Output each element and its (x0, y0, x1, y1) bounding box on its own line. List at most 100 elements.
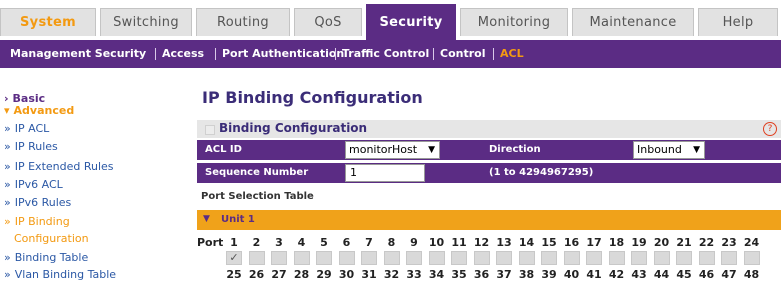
port-number: 26 (248, 268, 265, 281)
leftnav-item-label: Advanced (13, 104, 75, 117)
leftnav-item-ipv6-rules[interactable]: » IPv6 Rules (4, 196, 71, 209)
expand-arrow-icon[interactable]: ▼ (203, 214, 210, 224)
leftnav-item-vlan-binding-table[interactable]: » Vlan Binding Table (4, 268, 116, 281)
tab-maintenance[interactable]: Maintenance (572, 8, 694, 36)
help-icon[interactable]: ? (763, 122, 777, 136)
port-checkbox[interactable] (586, 251, 602, 265)
leftnav-bullet-icon: » (4, 268, 11, 281)
leftnav-item-label: Configuration (14, 232, 89, 245)
port-number: 21 (676, 236, 692, 249)
leftnav-bullet-icon: » (4, 140, 11, 153)
leftnav-bullet-icon: » (4, 196, 11, 209)
tab-help[interactable]: Help (698, 8, 778, 36)
collapse-icon[interactable] (205, 125, 215, 135)
acl-id-select[interactable]: monitorHost ▼ (345, 141, 440, 159)
subnav-port-authentication[interactable]: Port Authentication (222, 40, 344, 68)
subnav-control[interactable]: Control (440, 40, 485, 68)
leftnav-item-ip-binding[interactable]: » IP Binding (4, 215, 70, 228)
tab-switching[interactable]: Switching (100, 8, 192, 36)
leftnav-item-label: Binding Table (14, 251, 89, 264)
port-number: 27 (271, 268, 287, 281)
leftnav-item-ipv6-acl[interactable]: » IPv6 ACL (4, 178, 63, 191)
port-number: 13 (496, 236, 512, 249)
port-number: 6 (342, 236, 351, 249)
leftnav-item-advanced[interactable]: ▾ Advanced (4, 104, 74, 117)
leftnav-bullet-icon: » (4, 122, 11, 135)
port-checkbox[interactable] (676, 251, 692, 265)
leftnav-item-ip-rules[interactable]: » IP Rules (4, 140, 58, 153)
port-checkbox[interactable] (563, 251, 580, 265)
tab-qos[interactable]: QoS (294, 8, 362, 36)
sequence-number-row: Sequence Number 1 (1 to 4294967295) (197, 163, 781, 183)
port-number: 44 (653, 268, 670, 281)
leftnav-item-ip-extended-rules[interactable]: » IP Extended Rules (4, 160, 114, 173)
leftnav-item-ip-acl[interactable]: » IP ACL (4, 122, 49, 135)
port-number: 15 (541, 236, 557, 249)
subnav-traffic-control[interactable]: Traffic Control (342, 40, 429, 68)
leftnav-item-binding-table[interactable]: » Binding Table (4, 251, 88, 264)
subnav-acl[interactable]: ACL (500, 40, 524, 68)
port-checkbox[interactable] (541, 251, 557, 265)
port-checkbox[interactable] (338, 251, 355, 265)
dropdown-arrow-icon: ▼ (428, 145, 435, 155)
port-number: 36 (473, 268, 490, 281)
port-checkbox[interactable] (473, 251, 490, 265)
leftnav-item-label: IP ACL (14, 122, 50, 135)
binding-configuration-panel: Binding Configuration ? ACL ID monitorHo… (197, 120, 781, 283)
tab-security[interactable]: Security (366, 4, 456, 40)
tab-routing[interactable]: Routing (196, 8, 290, 36)
port-checkbox[interactable] (316, 251, 332, 265)
port-number: 47 (721, 268, 737, 281)
port-checkbox[interactable] (406, 251, 422, 265)
subnav-separator (215, 48, 216, 60)
port-checkbox[interactable] (361, 251, 377, 265)
port-selection-table-label: Port Selection Table (201, 191, 314, 202)
tab-monitoring[interactable]: Monitoring (460, 8, 568, 36)
acl-id-value: monitorHost (349, 143, 418, 156)
dropdown-arrow-icon: ▼ (693, 145, 700, 155)
port-checkbox[interactable] (721, 251, 737, 265)
port-number: 48 (743, 268, 760, 281)
leftnav-item-label: IPv6 Rules (14, 196, 72, 209)
unit-label: Unit 1 (221, 214, 255, 225)
port-number: 8 (387, 236, 396, 249)
port-number: 22 (698, 236, 715, 249)
subnav-access[interactable]: Access (162, 40, 204, 68)
sequence-number-label: Sequence Number (205, 167, 309, 178)
port-checkbox[interactable] (631, 251, 647, 265)
port-checkbox[interactable] (293, 251, 310, 265)
leftnav-item-label: IP Extended Rules (14, 160, 114, 173)
port-checkbox[interactable] (518, 251, 535, 265)
port-number: 17 (586, 236, 602, 249)
port-number: 34 (428, 268, 445, 281)
port-checkbox[interactable] (698, 251, 715, 265)
sequence-number-input[interactable]: 1 (345, 164, 425, 182)
security-sub-nav: Management Security Access Port Authentica… (0, 40, 781, 68)
subnav-management-security[interactable]: Management Security (10, 40, 146, 68)
port-checkbox[interactable] (451, 251, 467, 265)
port-checkbox[interactable] (271, 251, 287, 265)
port-number: 2 (252, 236, 261, 249)
port-label: Port (197, 236, 224, 249)
leftnav-item-configuration[interactable]: Configuration (4, 232, 89, 245)
port-number: 23 (721, 236, 737, 249)
port-checkbox[interactable]: ✓ (226, 251, 242, 265)
port-checkbox[interactable] (743, 251, 760, 265)
port-checkbox[interactable] (496, 251, 512, 265)
unit-row[interactable]: ▼ Unit 1 (197, 210, 781, 230)
leftnav-bullet-icon: » (4, 251, 11, 264)
port-number: 39 (541, 268, 557, 281)
port-number: 24 (743, 236, 760, 249)
left-nav: › Basic ▾ Advanced» IP ACL» IP Rules» IP Exten… (0, 82, 195, 283)
port-checkbox[interactable] (248, 251, 265, 265)
port-checkbox[interactable] (653, 251, 670, 265)
port-number: 46 (698, 268, 715, 281)
subnav-separator (493, 48, 494, 60)
port-checkbox[interactable] (608, 251, 625, 265)
leftnav-bullet-icon: » (4, 178, 11, 191)
direction-select[interactable]: Inbound ▼ (633, 141, 705, 159)
port-checkbox[interactable] (383, 251, 400, 265)
port-checkbox[interactable] (428, 251, 445, 265)
tab-system[interactable]: System (0, 8, 96, 36)
subnav-separator (433, 48, 434, 60)
